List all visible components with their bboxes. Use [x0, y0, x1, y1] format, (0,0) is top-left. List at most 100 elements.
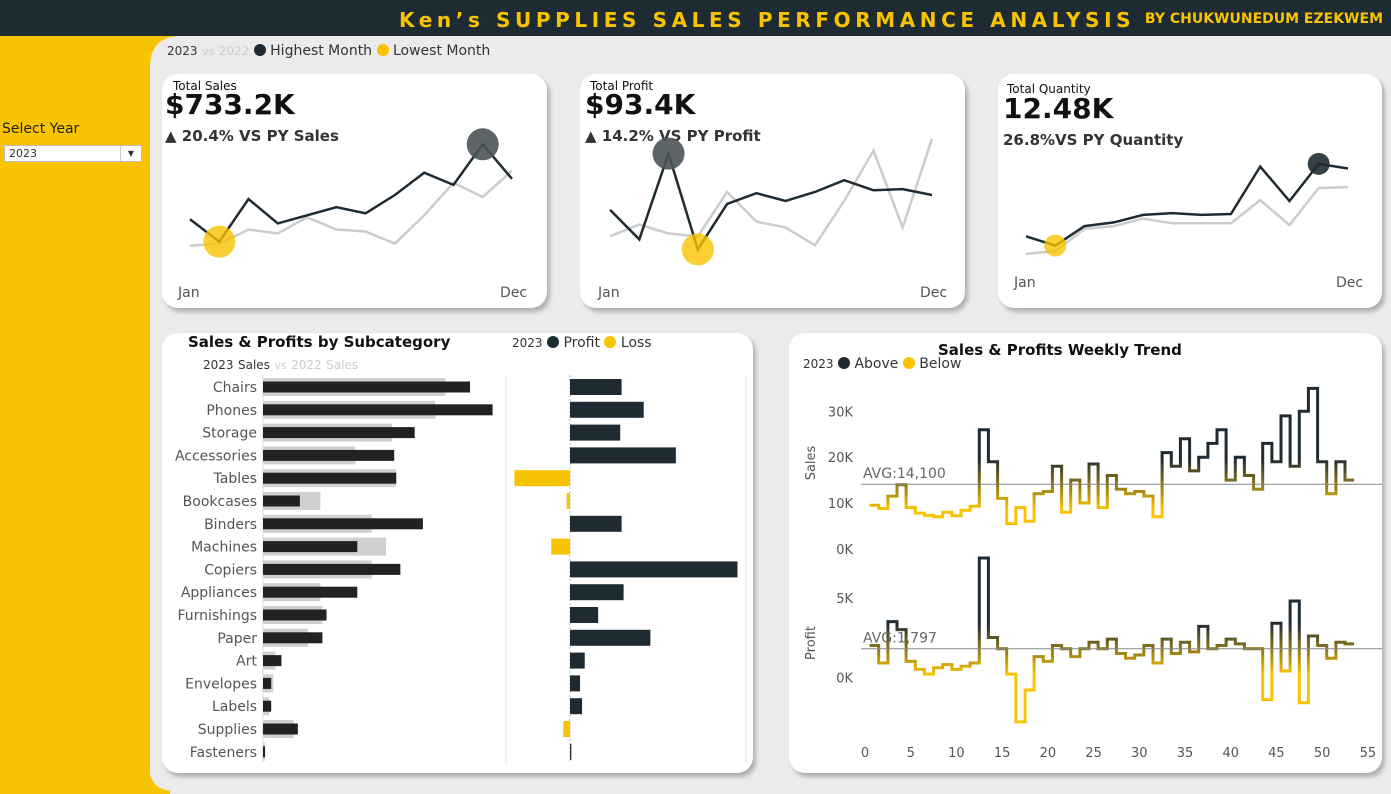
profit-bar: [570, 379, 622, 395]
highest-month-marker: [466, 128, 499, 161]
header-bar: Ken’s SUPPLIES SALES PERFORMANCE ANALYSI…: [0, 0, 1391, 36]
profit-bar: [570, 629, 651, 646]
profit-bar: [570, 698, 583, 715]
current-year-line: [609, 149, 933, 253]
kpi-card-profit[interactable]: Total Profit $93.4K ▲ 14.2% VS PY Profit…: [580, 74, 965, 308]
loss-bar: [514, 470, 570, 487]
x-tick-label: 25: [1085, 746, 1102, 761]
y-tick-label: 0K: [836, 671, 853, 686]
highest-month-marker: [652, 137, 685, 170]
subcategory-label: Furnishings: [177, 608, 257, 624]
prior-year-line: [1025, 185, 1349, 256]
subcategory-label: Tables: [213, 471, 258, 487]
lowest-month-marker: [1044, 234, 1067, 257]
highest-month-marker: [1307, 152, 1330, 175]
profit-bar: [570, 675, 581, 692]
lowest-month-dot-icon: [376, 44, 389, 56]
y-tick-label: 30K: [828, 405, 854, 420]
kpi-legend-prev-year: 2022: [218, 44, 250, 58]
kpi-legend-highest: Highest Month: [270, 43, 373, 59]
sales-2023-bar: [263, 472, 397, 484]
sales-2023-bar: [263, 427, 415, 439]
profit-bar: [570, 743, 572, 760]
profit-bar: [570, 561, 738, 578]
sales-2023-bar: [263, 746, 266, 758]
kpi-card-quantity[interactable]: Total Quantity 12.48K 26.8%VS PY Quantit…: [998, 74, 1382, 308]
profit-bar: [570, 424, 621, 441]
y-axis-label: Profit: [804, 626, 819, 660]
average-label: AVG:1,797: [863, 631, 937, 647]
current-year-line: [1025, 162, 1349, 247]
weekly-trend-card: Sales & Profits Weekly Trend 2023 Above …: [789, 333, 1382, 773]
x-tick-label: 50: [1314, 746, 1331, 761]
sales-2023-bar: [263, 381, 471, 393]
sales-2023-bar: [263, 609, 327, 621]
profit-bar: [570, 584, 624, 601]
loss-bar: [566, 493, 570, 509]
sales-2023-bar: [263, 541, 358, 553]
kpi-sparkline-profit: Jan Dec: [597, 137, 947, 301]
chevron-down-icon[interactable]: ▼: [120, 146, 141, 161]
subcategory-label: Appliances: [181, 585, 257, 601]
sidebar-corner-bottom: [150, 770, 170, 794]
x-axis-end-label: Dec: [920, 285, 947, 301]
sales-2023-bar: [263, 586, 358, 598]
x-axis-start-label: Jan: [597, 285, 620, 301]
profit-bar: [570, 401, 644, 418]
subcategory-label: Storage: [202, 426, 257, 442]
x-tick-label: 15: [994, 746, 1011, 761]
x-axis-end-label: Dec: [500, 285, 527, 301]
subcategory-label: Copiers: [204, 562, 257, 578]
sales-2023-bar: [263, 677, 272, 689]
subcategory-label: Binders: [204, 517, 257, 533]
profit-step-line: [869, 556, 1355, 724]
subcategory-label: Labels: [212, 699, 257, 715]
sales-2023-bar: [263, 449, 395, 461]
subcategory-label: Paper: [217, 631, 257, 647]
subcategory-label: Chairs: [213, 380, 257, 396]
x-tick-label: 5: [907, 746, 915, 761]
subcategory-label: Fasteners: [190, 745, 257, 761]
profit-bar: [570, 652, 585, 669]
sales-2023-bar: [263, 563, 401, 575]
year-select[interactable]: 2023 ▼: [4, 145, 142, 162]
loss-bar: [563, 721, 570, 737]
subcategory-bar-chart: Chairs Phones Storage Accessories Tables Book…: [175, 375, 747, 763]
sales-2023-bar: [263, 632, 323, 644]
year-select-value: 2023: [9, 147, 37, 160]
x-tick-label: 20: [1040, 746, 1057, 761]
lowest-month-marker: [681, 233, 714, 266]
x-tick-label: 35: [1177, 746, 1194, 761]
y-tick-label: 20K: [828, 451, 854, 466]
profit-bar: [570, 515, 622, 532]
x-axis-start-label: Jan: [177, 285, 200, 301]
subcategory-label: Envelopes: [185, 676, 257, 692]
x-tick-label: 10: [948, 746, 965, 761]
x-tick-label: 0: [861, 746, 869, 761]
x-tick-label: 30: [1131, 746, 1148, 761]
y-tick-label: 10K: [828, 497, 854, 512]
author-credit: BY CHUKWUNEDUM EZEKWEM: [1144, 11, 1383, 27]
dashboard-title: Ken’s SUPPLIES SALES PERFORMANCE ANALYSI…: [399, 8, 1136, 32]
kpi-legend: 2023 vs 2022 Highest Month Lowest Month: [167, 43, 490, 59]
sales-2023-bar: [263, 518, 423, 530]
sales-2023-bar: [263, 723, 298, 735]
x-tick-label: 40: [1222, 746, 1239, 761]
weekly-trend-chart: AVG:14,100 0K 10K 20K 30K Sales AVG:1,797 0K 5K P…: [804, 386, 1382, 761]
x-axis-end-label: Dec: [1336, 275, 1363, 291]
kpi-card-sales[interactable]: Total Sales $733.2K ▲ 20.4% VS PY Sales …: [162, 74, 547, 308]
prior-year-line: [189, 169, 513, 247]
y-tick-label: 5K: [836, 592, 853, 607]
loss-bar: [551, 538, 570, 555]
current-year-line: [189, 142, 513, 244]
profit-bar: [570, 607, 599, 623]
subcategory-card: Sales & Profits by Subcategory 2023 Sale…: [162, 333, 753, 773]
subcategory-label: Phones: [206, 403, 257, 419]
x-tick-label: 45: [1268, 746, 1285, 761]
sales-2023-bar: [263, 495, 300, 507]
sales-2023-bar: [263, 700, 272, 712]
y-tick-label: 0K: [836, 543, 853, 558]
sidebar: Select Year 2023 ▼: [0, 36, 150, 794]
sales-step-line: [869, 386, 1355, 526]
subcategory-label: Machines: [191, 540, 257, 556]
